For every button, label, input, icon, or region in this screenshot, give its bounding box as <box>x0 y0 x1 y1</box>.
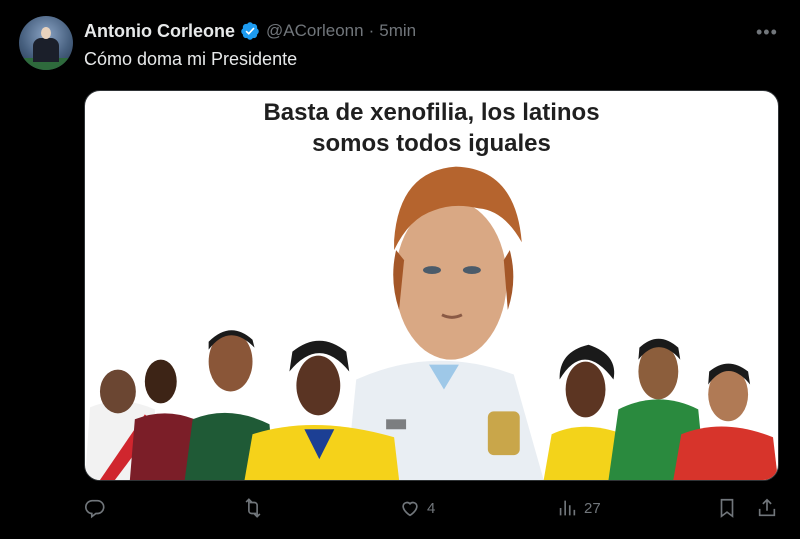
tweet-header: Antonio Corleone @ACorleonn · 5min <box>84 18 416 44</box>
author-handle[interactable]: @ACorleonn <box>266 21 364 41</box>
retweet-icon <box>245 498 261 518</box>
views-chart-icon <box>559 500 576 516</box>
bookmark-icon <box>720 498 734 518</box>
bookmark-button[interactable] <box>716 497 738 519</box>
meme-caption: Basta de xenofilia, los latinos somos to… <box>85 97 778 159</box>
author-display-name[interactable]: Antonio Corleone <box>84 21 235 42</box>
tweet-timestamp[interactable]: 5min <box>379 21 416 41</box>
verified-badge-icon <box>240 21 260 41</box>
reply-icon <box>85 499 105 519</box>
views-button[interactable]: 27 <box>556 497 601 519</box>
left-players <box>85 330 400 480</box>
like-button[interactable]: 4 <box>399 497 435 519</box>
tweet-text: Cómo doma mi Presidente <box>84 49 298 69</box>
heart-icon <box>402 501 418 517</box>
meme-caption-line-2: somos todos iguales <box>312 130 551 157</box>
right-players <box>543 338 778 480</box>
share-button[interactable] <box>756 497 778 519</box>
avatar-head <box>41 27 51 39</box>
author-avatar[interactable] <box>19 16 73 70</box>
tweet-media-image[interactable]: Basta de xenofilia, los latinos somos to… <box>84 90 779 481</box>
share-icon <box>758 498 776 517</box>
reply-button[interactable] <box>84 497 112 519</box>
more-options-icon[interactable]: ••• <box>756 22 778 43</box>
avatar-figure <box>33 38 59 62</box>
meme-caption-line-1: Basta de xenofilia, los latinos <box>263 99 600 126</box>
like-count: 4 <box>427 499 436 517</box>
retweet-button[interactable] <box>242 497 270 519</box>
tweet-actions-bar: 4 27 <box>0 497 800 527</box>
header-separator: · <box>368 21 375 40</box>
views-count: 27 <box>584 499 601 517</box>
